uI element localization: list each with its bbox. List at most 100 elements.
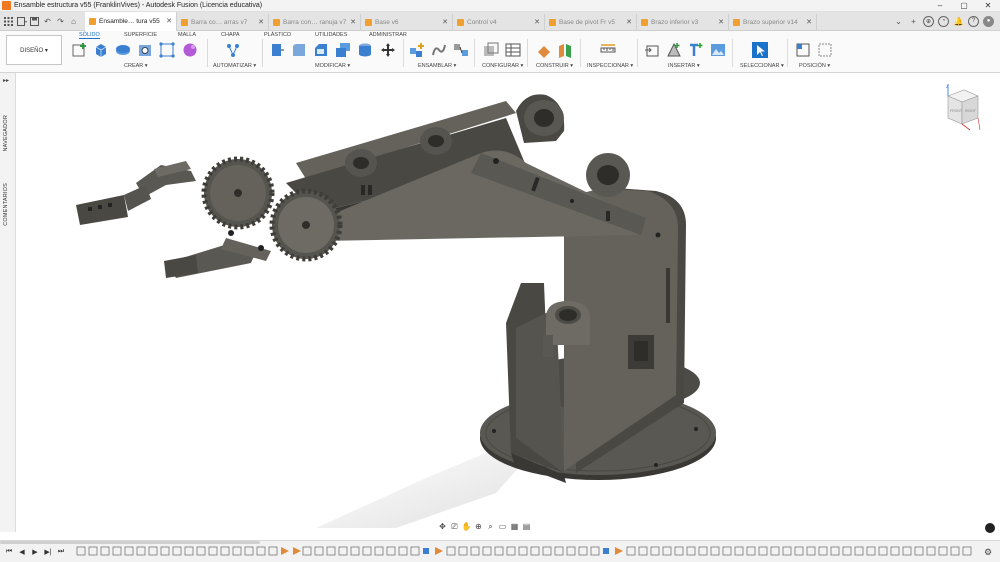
app-grid-icon[interactable] xyxy=(3,16,14,27)
group-configurar[interactable]: CONFIGURAR ▾ xyxy=(482,63,523,69)
orbit-icon[interactable]: ✥ xyxy=(438,522,447,531)
workspace-selector[interactable]: DISEÑO ▾ xyxy=(6,35,62,65)
group-modificar[interactable]: MODIFICAR ▾ xyxy=(315,63,350,69)
tab-close-icon[interactable]: ✕ xyxy=(534,18,540,26)
account-icon[interactable]: ● xyxy=(983,15,994,27)
configure-icon[interactable] xyxy=(483,42,499,58)
gripper-gear-left[interactable] xyxy=(201,156,275,230)
file-menu-icon[interactable] xyxy=(16,16,27,27)
comments-panel-toggle[interactable]: COMENTARIOS xyxy=(3,183,9,226)
tab-plastico[interactable]: PLÁSTICO xyxy=(264,32,291,38)
group-posicion[interactable]: POSICIÓN ▾ xyxy=(799,63,830,69)
chamfer-icon[interactable] xyxy=(313,42,329,58)
minimize-button[interactable]: – xyxy=(928,0,952,12)
fillet-icon[interactable] xyxy=(291,42,307,58)
group-ensamblar[interactable]: ENSAMBLAR ▾ xyxy=(418,63,456,69)
tab-close-icon[interactable]: ✕ xyxy=(166,17,172,25)
pattern-icon[interactable] xyxy=(159,42,175,58)
offset-plane-icon[interactable] xyxy=(536,42,552,58)
step-back-icon[interactable]: ◀ xyxy=(17,547,27,557)
new-component-icon[interactable] xyxy=(409,42,425,58)
step-forward-icon[interactable]: ▶| xyxy=(43,547,53,557)
tab-close-icon[interactable]: ✕ xyxy=(626,18,632,26)
new-tab-icon[interactable]: + xyxy=(908,16,919,27)
timeline-feature-icons[interactable] xyxy=(76,545,976,557)
tab-close-icon[interactable]: ✕ xyxy=(350,18,356,26)
joint-icon[interactable] xyxy=(431,42,447,58)
tab-malla[interactable]: MALLA xyxy=(178,32,196,38)
timeline-scrollbar[interactable] xyxy=(0,541,260,544)
tab-solido[interactable]: SÓLIDO xyxy=(79,32,100,39)
insert-svg-icon[interactable] xyxy=(688,42,704,58)
insert-derive-icon[interactable] xyxy=(644,42,660,58)
save-icon[interactable] xyxy=(29,16,40,27)
tab-utilidades[interactable]: UTILIDADES xyxy=(315,32,347,38)
display-settings-icon[interactable]: ▭ xyxy=(498,522,507,531)
insert-mesh-icon[interactable] xyxy=(666,42,682,58)
tab-administrar[interactable]: ADMINISTRAR xyxy=(369,32,407,38)
robot-arm-model[interactable] xyxy=(16,73,1000,532)
form-icon[interactable] xyxy=(182,42,198,58)
insert-canvas-icon[interactable] xyxy=(710,42,726,58)
revert-position-icon[interactable] xyxy=(818,42,834,58)
group-automatizar[interactable]: AUTOMATIZAR ▾ xyxy=(213,63,256,69)
tab-ensamble-estructura[interactable]: Ensamble… tura v55 ✕ xyxy=(85,11,177,31)
tab-close-icon[interactable]: ✕ xyxy=(442,18,448,26)
capture-position-icon[interactable] xyxy=(796,42,812,58)
measure-icon[interactable] xyxy=(600,42,616,58)
shell-icon[interactable] xyxy=(335,42,351,58)
extrude-icon[interactable] xyxy=(93,42,109,58)
as-built-joint-icon[interactable] xyxy=(453,42,469,58)
group-seleccionar[interactable]: SELECCIONAR ▾ xyxy=(740,63,784,69)
job-status-icon[interactable]: ◔ xyxy=(938,15,949,27)
tab-base-de-pivot[interactable]: Base de pivot Fr v5 ✕ xyxy=(545,13,637,31)
gripper-lower-jaw[interactable] xyxy=(164,230,271,278)
combine-icon[interactable] xyxy=(357,42,373,58)
tab-barra-con-ranura[interactable]: Barra con… ranuja v7 ✕ xyxy=(269,13,361,31)
tab-control[interactable]: Control v4 ✕ xyxy=(453,13,545,31)
chat-icon[interactable] xyxy=(985,523,995,533)
pan-icon[interactable]: ✋ xyxy=(462,522,472,531)
fit-icon[interactable]: ⌕ xyxy=(486,522,495,531)
revolve-icon[interactable] xyxy=(115,42,131,58)
create-sketch-icon[interactable] xyxy=(72,42,88,58)
configuration-table-icon[interactable] xyxy=(505,42,521,58)
home-icon[interactable]: ⌂ xyxy=(68,16,79,27)
tab-superficie[interactable]: SUPERFICIE xyxy=(124,32,157,38)
canvas-viewport[interactable] xyxy=(16,73,1000,532)
gripper-gear-right[interactable] xyxy=(269,188,343,262)
move-icon[interactable] xyxy=(380,42,396,58)
redo-icon[interactable]: ↷ xyxy=(55,16,66,27)
group-insertar[interactable]: INSERTAR ▾ xyxy=(668,63,700,69)
help-icon[interactable]: ? xyxy=(968,15,979,27)
tab-brazo-superior[interactable]: Brazo superior v14 ✕ xyxy=(729,13,817,31)
select-icon[interactable] xyxy=(752,42,768,58)
tab-base[interactable]: Base v6 ✕ xyxy=(361,13,453,31)
group-crear[interactable]: CREAR ▾ xyxy=(124,63,148,69)
zoom-icon[interactable]: ⊕ xyxy=(474,522,483,531)
tab-brazo-inferior[interactable]: Brazo inferior v3 ✕ xyxy=(637,13,729,31)
midplane-icon[interactable] xyxy=(557,42,573,58)
expand-panel-icon[interactable]: ▸▸ xyxy=(3,77,9,84)
chevron-down-icon[interactable]: ⌄ xyxy=(893,16,904,27)
tab-close-icon[interactable]: ✕ xyxy=(258,18,264,26)
viewports-icon[interactable]: ▤ xyxy=(522,522,531,531)
extensions-icon[interactable]: ⊕ xyxy=(923,15,934,27)
tab-close-icon[interactable]: ✕ xyxy=(806,18,812,26)
press-pull-icon[interactable] xyxy=(269,42,285,58)
close-button[interactable]: ✕ xyxy=(976,0,1000,12)
gripper-upper-jaw[interactable] xyxy=(76,161,196,225)
look-at-icon[interactable]: ⎚ xyxy=(450,522,459,531)
go-to-end-icon[interactable]: ⏭ xyxy=(56,547,66,557)
automate-icon[interactable] xyxy=(225,42,241,58)
undo-icon[interactable]: ↶ xyxy=(42,16,53,27)
go-to-start-icon[interactable]: ⏮ xyxy=(4,547,14,557)
group-inspeccionar[interactable]: INSPECCIONAR ▾ xyxy=(587,63,633,69)
timeline-settings-icon[interactable]: ⚙ xyxy=(984,547,992,558)
play-icon[interactable]: ▶ xyxy=(30,547,40,557)
group-construir[interactable]: CONSTRUIR ▾ xyxy=(536,63,573,69)
grid-settings-icon[interactable]: ▦ xyxy=(510,522,519,531)
tab-barra-cor-barras[interactable]: Barra co… arras v7 ✕ xyxy=(177,13,269,31)
view-cube[interactable]: FRONT RIGHT Z xyxy=(940,82,982,134)
tab-close-icon[interactable]: ✕ xyxy=(718,18,724,26)
